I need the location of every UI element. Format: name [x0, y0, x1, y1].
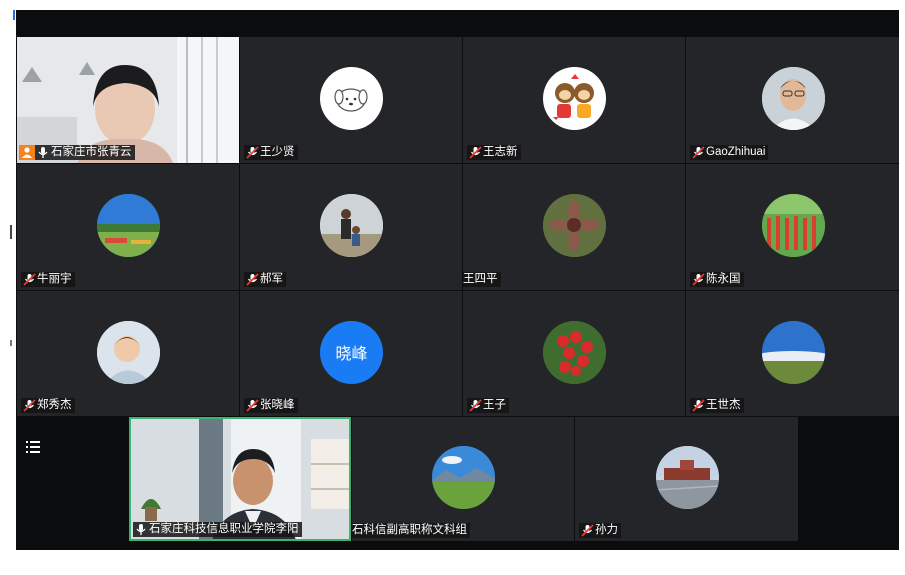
- participant-name-label: 石科信副高职称文科组: [352, 523, 470, 538]
- participant-name-label: 王子: [467, 398, 509, 413]
- participant-tile[interactable]: 王少贤: [240, 37, 462, 163]
- microphone-icon: [35, 145, 51, 160]
- city-square-avatar: [655, 446, 719, 509]
- participant-name-label: 石家庄市张青云: [19, 145, 135, 160]
- top-bar: [16, 10, 899, 37]
- edge-mark: [10, 340, 12, 346]
- muted-microphone-icon: [21, 272, 37, 287]
- participant-name: 张晓峰: [260, 399, 295, 411]
- participant-tile[interactable]: 郑秀杰: [17, 291, 239, 416]
- participant-name-label: 张晓峰: [244, 398, 298, 413]
- participant-tile[interactable]: 石家庄市张青云: [17, 37, 239, 163]
- participant-tile[interactable]: 王子: [463, 291, 685, 416]
- muted-microphone-icon: [467, 398, 483, 413]
- participant-tile[interactable]: 孙力: [575, 417, 798, 541]
- edge-mark: [13, 10, 15, 20]
- participant-name-label: 王少贤: [244, 145, 298, 160]
- participant-name-label: 王世杰: [690, 398, 744, 413]
- participant-name: 石家庄市张青云: [51, 146, 132, 158]
- participant-tile[interactable]: 郝军: [240, 164, 462, 290]
- muted-microphone-icon: [579, 523, 595, 538]
- edge-mark: [10, 225, 12, 239]
- participant-name-label: 郑秀杰: [21, 398, 75, 413]
- baby-photo-avatar: [97, 320, 160, 384]
- muted-microphone-icon: [244, 272, 260, 287]
- participant-name-label: 石家庄科技信息职业学院李阳: [133, 522, 302, 537]
- park-landscape-avatar: [97, 194, 160, 257]
- participant-name: 王子: [483, 399, 506, 411]
- participant-name-label: GaoZhihuai: [690, 145, 769, 160]
- participant-name: 石科信副高职称文科组: [352, 524, 467, 536]
- participant-name: 牛丽宇: [37, 273, 72, 285]
- muted-microphone-icon: [21, 398, 37, 413]
- two-people-photo-avatar: [320, 194, 383, 257]
- red-flower-field-avatar: [761, 194, 825, 257]
- participant-name: 孙力: [595, 524, 618, 536]
- participant-name-label: 王四平: [463, 272, 501, 287]
- participant-name: 陈永国: [706, 273, 741, 285]
- participant-tile[interactable]: 陈永国: [686, 164, 899, 290]
- text-avatar: 晓峰: [320, 320, 383, 384]
- participant-name: 王少贤: [260, 146, 295, 158]
- man-portrait-avatar: [761, 67, 825, 130]
- white-puppy-avatar: [320, 67, 383, 130]
- muted-microphone-icon: [690, 145, 706, 160]
- video-feed: [131, 419, 349, 539]
- host-badge-icon: [19, 145, 35, 160]
- participant-name-label: 孙力: [579, 523, 621, 538]
- muted-microphone-icon: [244, 145, 260, 160]
- muted-microphone-icon: [467, 145, 483, 160]
- muted-microphone-icon: [690, 398, 706, 413]
- muted-microphone-icon: [690, 272, 706, 287]
- participant-tile[interactable]: 牛丽宇: [17, 164, 239, 290]
- participant-tile[interactable]: 王四平: [463, 164, 685, 290]
- participant-name: GaoZhihuai: [706, 146, 766, 158]
- participant-tile[interactable]: 王志新: [463, 37, 685, 163]
- avatar-text: 晓峰: [335, 346, 368, 363]
- cartoon-monkeys-avatar: [543, 67, 606, 130]
- participant-name: 王四平: [463, 273, 498, 285]
- participant-tile[interactable]: 石科信副高职称文科组: [352, 417, 574, 541]
- participant-name: 郑秀杰: [37, 399, 72, 411]
- participant-name: 王志新: [483, 146, 518, 158]
- participant-tile[interactable]: 晓峰 张晓峰: [240, 291, 462, 416]
- flower-closeup-avatar: [543, 194, 606, 257]
- participant-name-label: 陈永国: [690, 272, 744, 287]
- muted-microphone-icon: [244, 398, 260, 413]
- microphone-icon: [133, 522, 149, 537]
- participant-tile[interactable]: GaoZhihuai: [686, 37, 899, 163]
- participant-tile[interactable]: 王世杰: [686, 291, 899, 416]
- red-berries-avatar: [543, 320, 606, 384]
- list-menu-icon[interactable]: [26, 440, 40, 453]
- green-meadow-avatar: [432, 446, 495, 509]
- active-speaker-tile[interactable]: 石家庄科技信息职业学院李阳: [129, 417, 351, 541]
- meeting-window: 石家庄市张青云 王少贤 王志新 GaoZhihuai 牛丽宇 郝军 王四平 陈永…: [16, 10, 899, 550]
- participant-name-label: 王志新: [467, 145, 521, 160]
- participant-name-label: 郝军: [244, 272, 286, 287]
- participant-name: 石家庄科技信息职业学院李阳: [149, 523, 299, 535]
- participant-name: 王世杰: [706, 399, 741, 411]
- participant-name-label: 牛丽宇: [21, 272, 75, 287]
- blue-sky-avatar: [761, 320, 825, 384]
- participant-name: 郝军: [260, 273, 283, 285]
